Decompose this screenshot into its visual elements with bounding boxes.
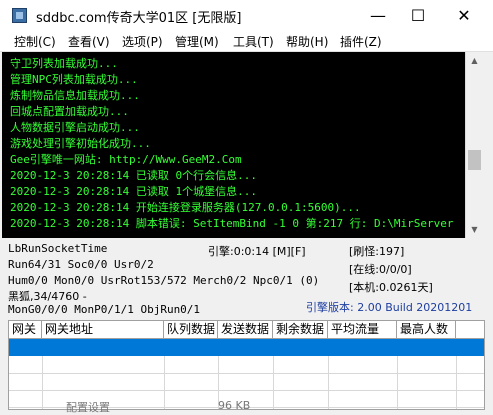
mon-stats: MonG0/0/0 MonP0/1/1 ObjRun0/1 — [8, 303, 201, 316]
console-line: 守卫列表加载成功... — [10, 57, 118, 70]
background-item-name: 配置设置 — [66, 401, 110, 414]
column-divider — [328, 356, 329, 409]
column-gateway-address[interactable]: 网关地址 — [42, 321, 164, 338]
console-line: 炼制物品信息加载成功... — [10, 89, 140, 102]
close-button[interactable]: ✕ — [441, 0, 487, 31]
column-sent-data[interactable]: 发送数据 — [218, 321, 273, 338]
gateway-table[interactable]: 网关 网关地址 队列数据 发送数据 剩余数据 平均流量 最高人数 — [8, 320, 485, 410]
heifox-stats: 黑狐,34/4760 - — [8, 290, 87, 303]
console-line: 人物数据引擎启动成功... — [10, 121, 140, 134]
column-remaining-data[interactable]: 剩余数据 — [273, 321, 328, 338]
scroll-thumb[interactable] — [468, 150, 481, 170]
console-line: 2020-12-3 20:28:14 已读取 0个行会信息... — [10, 169, 257, 182]
console-line: 游戏处理引擎初始化成功... — [10, 137, 151, 150]
row-divider — [9, 390, 484, 391]
console-line: 管理NPC列表加载成功... — [10, 73, 138, 86]
menu-view[interactable]: 查看(V) — [68, 33, 110, 50]
background-item-size: 96 KB — [218, 399, 251, 412]
engine-version: 引擎版本: 2.00 Build 20201201 — [306, 301, 473, 314]
online-count: [在线:0/0/0] — [349, 263, 412, 276]
menu-control[interactable]: 控制(C) — [14, 33, 56, 50]
window-title: sddbc.com传奇大学01区 [无限版] — [36, 11, 242, 26]
scroll-up-arrow-icon[interactable]: ▲ — [466, 52, 483, 69]
run-stats: Run64/31 Soc0/0 Usr0/2 — [8, 258, 154, 271]
menu-bar: 控制(C) 查看(V) 选项(P) 管理(M) 工具(T) 帮助(H) 插件(Z… — [0, 31, 493, 52]
menu-plugins[interactable]: 插件(Z) — [340, 33, 382, 50]
table-row-selected[interactable] — [9, 339, 484, 356]
console-line: 2020-12-3 20:28:14 开始连接登录服务器(127.0.0.1:5… — [10, 201, 361, 214]
row-divider — [9, 373, 484, 374]
scroll-down-arrow-icon[interactable]: ▼ — [466, 221, 483, 238]
column-max-users[interactable]: 最高人数 — [397, 321, 456, 338]
console-line: 2020-12-3 20:28:14 脚本错误: SetItemBind -1 … — [10, 217, 454, 230]
status-panel: LbRunSocketTime 引擎:0:0:14 [M][F] [刷怪:197… — [0, 239, 493, 319]
table-header: 网关 网关地址 队列数据 发送数据 剩余数据 平均流量 最高人数 — [9, 321, 484, 339]
local-machine-uptime: [本机:0.0261天] — [349, 281, 433, 294]
column-divider — [397, 356, 398, 409]
column-avg-traffic[interactable]: 平均流量 — [328, 321, 397, 338]
console-scrollbar[interactable]: ▲ ▼ — [465, 52, 483, 238]
column-queue-data[interactable]: 队列数据 — [164, 321, 218, 338]
console-line: 2020-12-3 20:28:14 已读取 1个城堡信息... — [10, 185, 257, 198]
lb-run-socket-time: LbRunSocketTime — [8, 242, 108, 255]
engine-time: 引擎:0:0:14 [M][F] — [208, 245, 306, 258]
menu-options[interactable]: 选项(P) — [122, 33, 163, 50]
title-bar: sddbc.com传奇大学01区 [无限版] — ☐ ✕ — [0, 0, 493, 31]
refresh-monsters: [刷怪:197] — [349, 245, 405, 258]
console-log[interactable]: 守卫列表加载成功... 管理NPC列表加载成功... 炼制物品信息加载成功...… — [2, 52, 476, 238]
console-line: Gee引擎唯一网站: http://Www.GeeM2.Com — [10, 153, 242, 166]
maximize-button[interactable]: ☐ — [395, 0, 441, 31]
column-divider — [164, 356, 165, 409]
column-gateway[interactable]: 网关 — [9, 321, 42, 338]
column-divider — [42, 356, 43, 409]
console-line: 回城点配置加载成功... — [10, 105, 129, 118]
menu-help[interactable]: 帮助(H) — [286, 33, 328, 50]
hum-stats: Hum0/0 Mon0/0 UsrRot153/572 Merch0/2 Npc… — [8, 274, 320, 287]
column-divider — [273, 356, 274, 409]
menu-tools[interactable]: 工具(T) — [233, 33, 274, 50]
column-divider — [456, 356, 457, 409]
menu-manage[interactable]: 管理(M) — [175, 33, 219, 50]
app-icon — [12, 8, 27, 23]
